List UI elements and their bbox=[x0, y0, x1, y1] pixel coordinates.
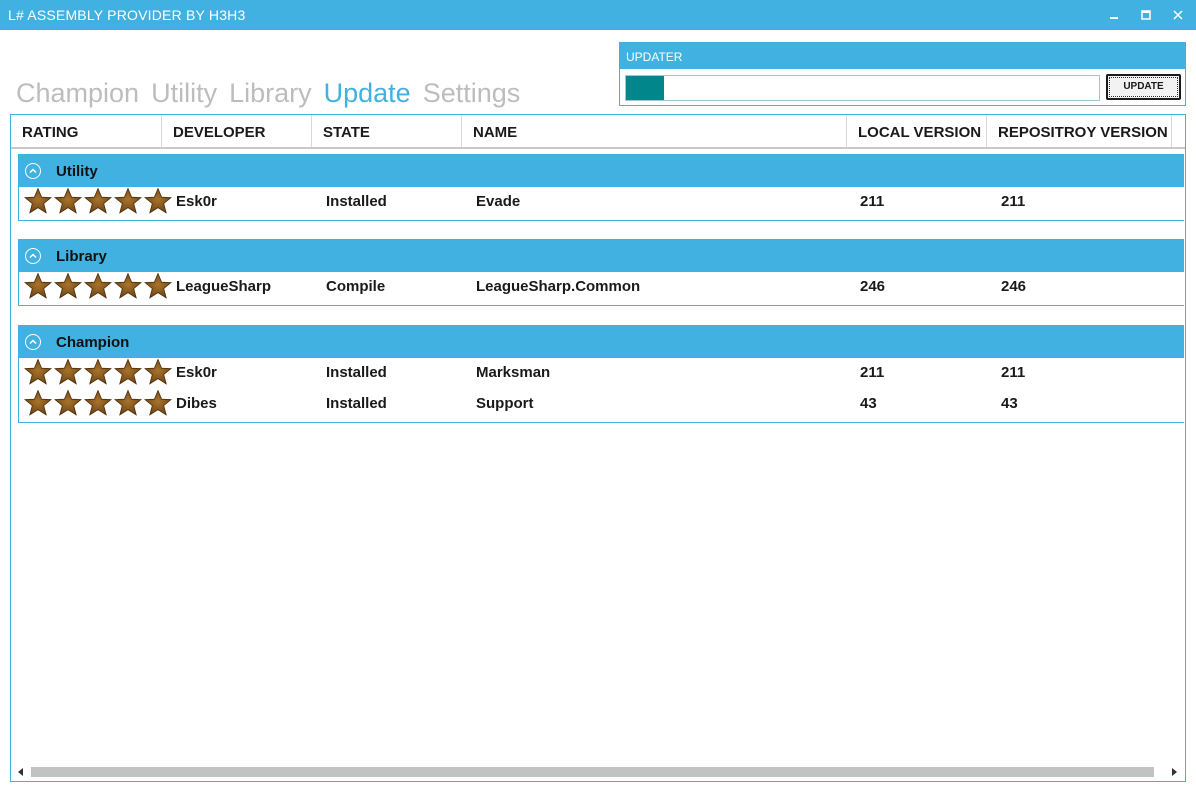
column-header-state[interactable]: STATE bbox=[312, 115, 462, 147]
group-name: Champion bbox=[56, 334, 130, 351]
update-progress-bar bbox=[625, 75, 1100, 101]
cell-state: Installed bbox=[326, 193, 387, 210]
rating-stars[interactable] bbox=[24, 389, 172, 417]
assembly-grid: RATING DEVELOPER STATE NAME LOCAL VERSIO… bbox=[10, 114, 1186, 782]
tab-settings[interactable]: Settings bbox=[423, 78, 521, 109]
minimize-icon bbox=[1110, 17, 1118, 19]
star-icon[interactable] bbox=[114, 272, 142, 300]
cell-local-version: 43 bbox=[860, 395, 877, 412]
cell-repository-version: 211 bbox=[1001, 364, 1026, 381]
star-icon[interactable] bbox=[144, 272, 172, 300]
window-title: L# ASSEMBLY PROVIDER BY H3H3 bbox=[8, 7, 246, 23]
grid-header: RATING DEVELOPER STATE NAME LOCAL VERSIO… bbox=[11, 115, 1185, 149]
star-icon[interactable] bbox=[144, 358, 172, 386]
star-icon[interactable] bbox=[54, 187, 82, 215]
group-name: Library bbox=[56, 248, 107, 265]
column-header-repository-version[interactable]: REPOSITROY VERSION bbox=[987, 115, 1172, 147]
main-navigation: Champion Utility Library Update Settings bbox=[16, 78, 520, 114]
star-icon[interactable] bbox=[24, 358, 52, 386]
tab-library[interactable]: Library bbox=[229, 78, 312, 109]
maximize-icon bbox=[1141, 10, 1151, 20]
cell-local-version: 246 bbox=[860, 278, 886, 295]
chevron-up-icon bbox=[29, 339, 37, 345]
group-header[interactable]: Champion bbox=[19, 326, 1184, 358]
tab-utility[interactable]: Utility bbox=[151, 78, 217, 109]
cell-name: Evade bbox=[476, 193, 521, 210]
update-button[interactable]: UPDATE bbox=[1106, 74, 1181, 100]
star-icon[interactable] bbox=[54, 358, 82, 386]
column-header-name[interactable]: NAME bbox=[462, 115, 847, 147]
cell-state: Installed bbox=[326, 395, 387, 412]
chevron-up-icon bbox=[29, 168, 37, 174]
maximize-button[interactable] bbox=[1134, 3, 1158, 27]
star-icon[interactable] bbox=[84, 389, 112, 417]
star-icon[interactable] bbox=[114, 187, 142, 215]
cell-developer: LeagueSharp bbox=[176, 278, 272, 295]
close-icon bbox=[1173, 10, 1183, 20]
cell-name: Marksman bbox=[476, 364, 551, 381]
group-champion: Champion Esk0r Installed Marksman 211 211 Dibe… bbox=[18, 325, 1184, 423]
table-row[interactable]: LeagueSharp Compile LeagueSharp.Common 246 2… bbox=[19, 272, 1184, 303]
tab-champion[interactable]: Champion bbox=[16, 78, 139, 109]
rating-stars[interactable] bbox=[24, 272, 172, 300]
column-header-local-version[interactable]: LOCAL VERSION bbox=[847, 115, 987, 147]
chevron-up-icon bbox=[29, 253, 37, 259]
group-header[interactable]: Library bbox=[19, 240, 1184, 272]
cell-local-version: 211 bbox=[860, 193, 885, 210]
title-bar: L# ASSEMBLY PROVIDER BY H3H3 bbox=[0, 0, 1196, 30]
minimize-button[interactable] bbox=[1102, 3, 1126, 27]
progress-fill bbox=[626, 76, 664, 100]
star-icon[interactable] bbox=[114, 389, 142, 417]
group-utility: Utility Esk0r Installed Evade 211 211 bbox=[18, 154, 1184, 221]
table-row[interactable]: Dibes Installed Support 43 43 bbox=[19, 389, 1184, 420]
horizontal-scrollbar[interactable] bbox=[11, 763, 1185, 781]
star-icon[interactable] bbox=[84, 187, 112, 215]
cell-repository-version: 246 bbox=[1001, 278, 1027, 295]
cell-developer: Esk0r bbox=[176, 193, 217, 210]
cell-state: Compile bbox=[326, 278, 386, 295]
star-icon[interactable] bbox=[24, 389, 52, 417]
table-row[interactable]: Esk0r Installed Evade 211 211 bbox=[19, 187, 1184, 218]
star-icon[interactable] bbox=[24, 187, 52, 215]
scrollbar-thumb[interactable] bbox=[31, 767, 1154, 777]
column-header-developer[interactable]: DEVELOPER bbox=[162, 115, 312, 147]
collapse-chevron-icon[interactable] bbox=[25, 248, 41, 264]
star-icon[interactable] bbox=[144, 187, 172, 215]
rating-stars[interactable] bbox=[24, 358, 172, 386]
updater-panel: UPDATER UPDATE bbox=[619, 42, 1186, 106]
updater-title: UPDATER bbox=[620, 43, 1185, 69]
star-icon[interactable] bbox=[84, 358, 112, 386]
cell-state: Installed bbox=[326, 364, 387, 381]
group-header[interactable]: Utility bbox=[19, 155, 1184, 187]
cell-repository-version: 43 bbox=[1001, 395, 1018, 412]
cell-developer: Esk0r bbox=[176, 364, 217, 381]
cell-developer: Dibes bbox=[176, 395, 217, 412]
group-library: Library LeagueSharp Compile LeagueSharp.Com… bbox=[18, 239, 1184, 306]
cell-name: LeagueSharp.Common bbox=[476, 278, 641, 295]
collapse-chevron-icon[interactable] bbox=[25, 334, 41, 350]
rating-stars[interactable] bbox=[24, 187, 172, 215]
cell-repository-version: 211 bbox=[1001, 193, 1026, 210]
tab-update[interactable]: Update bbox=[324, 78, 411, 109]
scroll-right-icon[interactable] bbox=[1169, 767, 1179, 777]
star-icon[interactable] bbox=[24, 272, 52, 300]
cell-local-version: 211 bbox=[860, 364, 885, 381]
scroll-left-icon[interactable] bbox=[16, 767, 26, 777]
close-button[interactable] bbox=[1166, 3, 1190, 27]
star-icon[interactable] bbox=[144, 389, 172, 417]
table-row[interactable]: Esk0r Installed Marksman 211 211 bbox=[19, 358, 1184, 389]
group-name: Utility bbox=[56, 163, 98, 180]
star-icon[interactable] bbox=[84, 272, 112, 300]
column-header-rating[interactable]: RATING bbox=[11, 115, 162, 147]
cell-name: Support bbox=[476, 395, 534, 412]
collapse-chevron-icon[interactable] bbox=[25, 163, 41, 179]
star-icon[interactable] bbox=[54, 272, 82, 300]
star-icon[interactable] bbox=[114, 358, 142, 386]
star-icon[interactable] bbox=[54, 389, 82, 417]
